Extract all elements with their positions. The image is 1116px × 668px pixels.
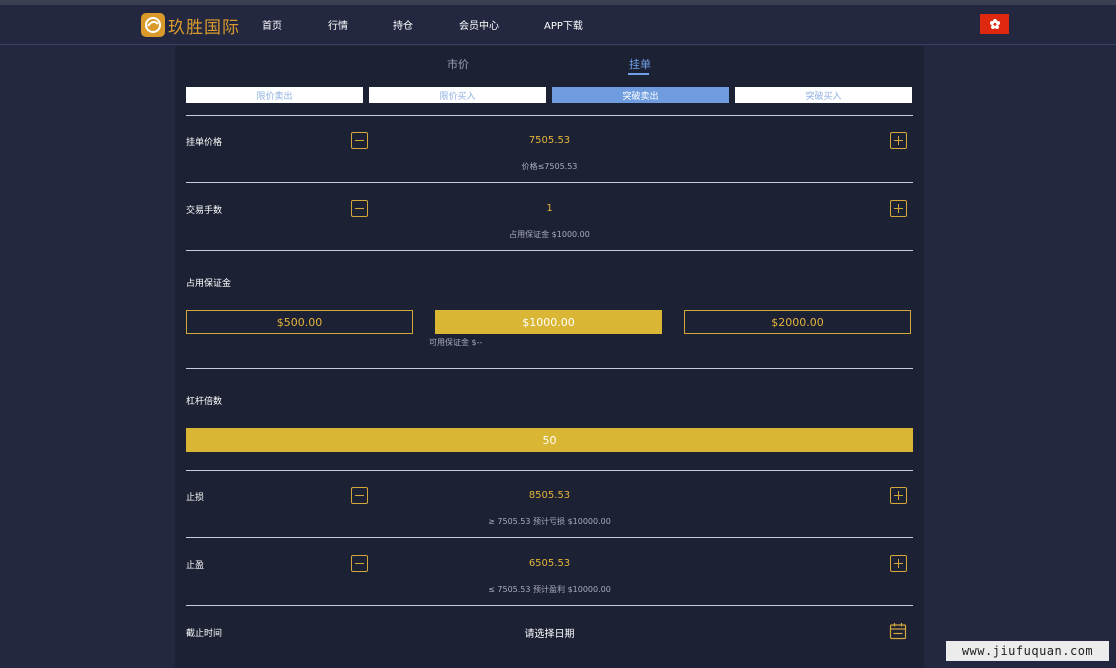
- margin-option-2000-button[interactable]: $2000.00: [684, 310, 911, 334]
- brand-logo[interactable]: 玖胜国际: [141, 12, 240, 38]
- leverage-value-bar[interactable]: 50: [186, 428, 913, 452]
- nav-item-app-download[interactable]: APP下载: [544, 17, 583, 32]
- plus-icon: [894, 204, 903, 213]
- lots-margin-hint: 占用保证金 $1000.00: [509, 230, 590, 239]
- nav-item-home[interactable]: 首页: [262, 17, 282, 32]
- stop-loss-value[interactable]: 8505.53: [175, 490, 924, 501]
- leverage-label: 杠杆倍数: [186, 397, 223, 407]
- tab-market-price[interactable]: 市价: [447, 56, 469, 72]
- pending-price-hint: 价格≤7505.53: [521, 162, 578, 171]
- hong-kong-flag-icon[interactable]: [980, 14, 1009, 34]
- order-type-limit-buy-button[interactable]: 限价买入: [369, 87, 546, 103]
- active-tab-indicator: [628, 73, 649, 75]
- margin-option-500-button[interactable]: $500.00: [186, 310, 413, 334]
- plus-icon: [894, 136, 903, 145]
- site-watermark: www.jiufuquan.com: [946, 641, 1109, 661]
- order-type-breakout-sell-button[interactable]: 突破卖出: [552, 87, 729, 103]
- divider: [186, 250, 913, 251]
- margin-label: 占用保证金: [186, 279, 232, 289]
- lots-increase-button[interactable]: [890, 200, 907, 217]
- margin-option-1000-button[interactable]: $1000.00: [435, 310, 662, 334]
- brand-name: 玖胜国际: [168, 17, 240, 38]
- nav-item-market[interactable]: 行情: [328, 17, 348, 32]
- tab-pending-order[interactable]: 挂单: [629, 56, 651, 72]
- take-profit-increase-button[interactable]: [890, 555, 907, 572]
- order-panel: 市价 挂单 限价卖出 限价买入 突破卖出 突破买入 挂单价格 7505.53 价…: [175, 46, 924, 668]
- nav-item-positions[interactable]: 持仓: [393, 17, 413, 32]
- stop-loss-hint: ≥ 7505.53 预计亏损 $10000.00: [488, 517, 611, 526]
- order-type-limit-sell-button[interactable]: 限价卖出: [186, 87, 363, 103]
- expiry-date-picker[interactable]: 请选择日期: [175, 625, 924, 640]
- plus-icon: [894, 491, 903, 500]
- divider: [186, 182, 913, 183]
- plus-icon: [894, 559, 903, 568]
- divider: [186, 605, 913, 606]
- divider: [186, 368, 913, 369]
- calendar-icon[interactable]: [889, 622, 907, 644]
- order-type-breakout-buy-button[interactable]: 突破买入: [735, 87, 912, 103]
- stop-loss-increase-button[interactable]: [890, 487, 907, 504]
- take-profit-value[interactable]: 6505.53: [175, 558, 924, 569]
- nav-item-member-center[interactable]: 会员中心: [459, 17, 499, 32]
- available-margin-text: 可用保证金 $--: [429, 338, 483, 347]
- divider: [186, 115, 913, 116]
- divider: [186, 537, 913, 538]
- take-profit-hint: ≤ 7505.53 预计盈利 $10000.00: [488, 585, 611, 594]
- divider: [186, 470, 913, 471]
- order-mode-tabs: 市价 挂单: [175, 46, 924, 82]
- pending-price-increase-button[interactable]: [890, 132, 907, 149]
- lots-value[interactable]: 1: [175, 203, 924, 214]
- site-header: 玖胜国际 首页 行情 持仓 会员中心 APP下载: [0, 5, 1116, 45]
- brand-logo-icon: [141, 13, 165, 37]
- pending-price-value[interactable]: 7505.53: [175, 135, 924, 146]
